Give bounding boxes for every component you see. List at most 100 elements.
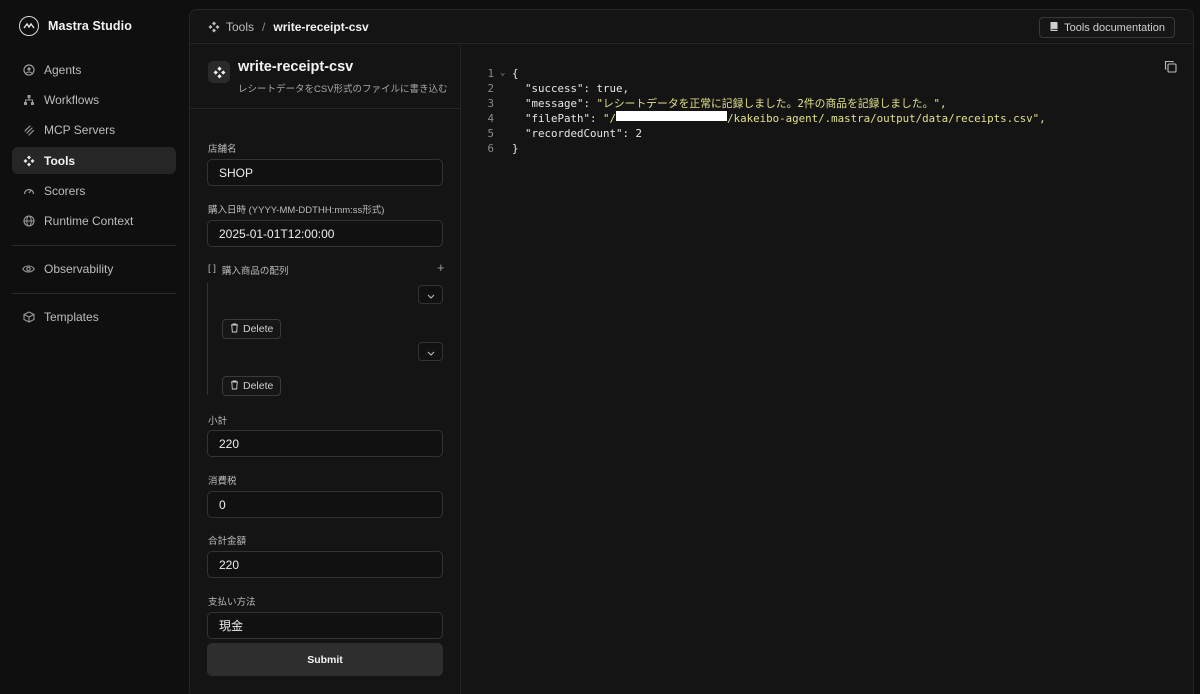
sidebar: Mastra Studio Agents Workflows MCP Serve…	[0, 0, 189, 694]
eye-icon	[22, 263, 35, 276]
sidebar-item-label: Scorers	[44, 184, 86, 199]
line-number: 4	[487, 112, 494, 125]
agents-icon	[22, 63, 35, 76]
total-label: 合計金額	[208, 536, 247, 547]
tax-input[interactable]: 0	[207, 491, 443, 518]
brand[interactable]: Mastra Studio	[19, 16, 132, 36]
code-line: 4 "filePath": "//kakeibo-agent/.mastra/o…	[480, 111, 1046, 126]
sidebar-item-label: Templates	[44, 310, 99, 325]
app-root: Mastra Studio Agents Workflows MCP Serve…	[0, 0, 1200, 694]
tools-documentation-label: Tools documentation	[1064, 21, 1165, 34]
fold-chevron-icon[interactable]: ⌄	[500, 66, 512, 81]
chevron-down-icon	[427, 288, 435, 302]
scorers-icon	[22, 185, 35, 198]
code-line: 6}	[480, 141, 1046, 156]
line-number: 6	[487, 142, 494, 155]
globe-icon	[22, 215, 35, 228]
sidebar-item-agents[interactable]: Agents	[12, 56, 176, 83]
code-line: 2 "success": true,	[480, 81, 1046, 96]
add-item-button[interactable]: +	[437, 260, 445, 275]
code-line: 3 "message": "レシートデータを正常に記録しました。2件の商品を記録…	[480, 96, 1046, 111]
code-line: 1 ⌄{	[480, 66, 1046, 81]
tax-label: 消費税	[208, 476, 237, 487]
sidebar-item-label: Tools	[44, 153, 76, 168]
sidebar-item-observability[interactable]: Observability	[12, 256, 176, 283]
subtotal-input[interactable]: 220	[207, 430, 443, 457]
delete-label: Delete	[243, 380, 274, 392]
items-array-title: 購入商品の配列	[221, 266, 289, 277]
book-icon	[1049, 21, 1059, 35]
store-name-input[interactable]: SHOP	[207, 159, 443, 186]
array-rail	[207, 283, 208, 395]
sidebar-item-label: Workflows	[44, 92, 100, 107]
mastra-logo-icon	[19, 16, 39, 36]
breadcrumb: Tools / write-receipt-csv	[208, 10, 369, 44]
sidebar-item-label: MCP Servers	[44, 123, 116, 138]
submit-button[interactable]: Submit	[207, 643, 443, 676]
sidebar-item-mcp-servers[interactable]: MCP Servers	[12, 117, 176, 144]
sidebar-item-label: Observability	[44, 262, 114, 277]
chevron-down-icon	[427, 345, 435, 359]
item-1-delete-button[interactable]: Delete	[222, 319, 282, 339]
breadcrumb-current: write-receipt-csv	[273, 20, 369, 34]
subtotal-label: 小計	[208, 416, 228, 427]
json-string-value: "/	[603, 112, 617, 125]
trash-icon	[230, 323, 239, 336]
sidebar-item-tools[interactable]: Tools	[12, 147, 176, 175]
array-bracket-icon: [ ]	[208, 263, 216, 274]
sidebar-item-runtime-context[interactable]: Runtime Context	[12, 208, 176, 235]
purchase-date-input[interactable]: 2025-01-01T12:00:00	[207, 220, 443, 247]
tool-description: レシートデータをCSV形式のファイルに書き込む	[238, 84, 448, 95]
sidebar-item-workflows[interactable]: Workflows	[12, 86, 176, 113]
json-key: "success"	[525, 82, 584, 95]
breadcrumb-tools-link[interactable]: Tools	[226, 20, 254, 34]
redaction-block	[616, 111, 728, 121]
box-icon	[22, 311, 35, 324]
line-number: 1	[487, 67, 494, 80]
tool-form-panel: write-receipt-csv レシートデータをCSV形式のファイルに書き込…	[190, 45, 461, 694]
json-key: "recordedCount"	[525, 127, 623, 140]
code-text: }	[512, 142, 519, 155]
sidebar-nav: Agents Workflows MCP Servers Tools Score…	[12, 56, 176, 334]
store-name-label: 店舗名	[208, 144, 237, 155]
payment-method-input[interactable]: 現金	[207, 612, 443, 639]
line-number: 2	[487, 82, 494, 95]
mcp-icon	[22, 124, 35, 137]
line-number: 5	[487, 127, 494, 140]
sidebar-divider	[12, 244, 176, 246]
code-line: 5 "recordedCount": 2	[480, 126, 1046, 141]
tools-icon	[208, 21, 220, 33]
item-2-delete-button[interactable]: Delete	[222, 376, 282, 396]
sidebar-item-label: Runtime Context	[44, 214, 134, 229]
line-number: 3	[487, 97, 494, 110]
tool-title: write-receipt-csv	[238, 59, 354, 75]
main-panel: Tools / write-receipt-csv Tools document…	[189, 9, 1194, 694]
json-key: "message"	[525, 97, 584, 110]
tools-icon	[22, 154, 35, 167]
json-key: "filePath"	[525, 112, 591, 125]
copy-icon[interactable]	[1164, 60, 1177, 76]
item-2-expand-button[interactable]	[418, 342, 443, 361]
brand-name: Mastra Studio	[48, 19, 132, 33]
code-text: {	[512, 67, 519, 80]
sidebar-divider	[12, 292, 176, 294]
breadcrumb-separator: /	[262, 20, 266, 34]
sidebar-item-templates[interactable]: Templates	[12, 304, 176, 331]
json-value: true,	[596, 82, 630, 95]
item-1-expand-button[interactable]	[418, 285, 443, 304]
items-array-label: [ ] 購入商品の配列	[208, 263, 288, 277]
json-value: 2	[635, 127, 643, 140]
workflows-icon	[22, 93, 35, 106]
tool-icon	[208, 61, 230, 83]
json-string-value: "レシートデータを正常に記録しました。2件の商品を記録しました。",	[596, 97, 947, 110]
payment-method-label: 支払い方法	[208, 597, 256, 608]
delete-label: Delete	[243, 323, 274, 335]
trash-icon	[230, 380, 239, 393]
total-input[interactable]: 220	[207, 551, 443, 578]
json-string-value: /kakeibo-agent/.mastra/output/data/recei…	[727, 112, 1046, 125]
sidebar-item-scorers[interactable]: Scorers	[12, 178, 176, 205]
tools-documentation-button[interactable]: Tools documentation	[1039, 17, 1175, 38]
top-bar: Tools / write-receipt-csv Tools document…	[190, 10, 1193, 44]
sidebar-item-label: Agents	[44, 62, 82, 77]
json-output: 1 ⌄{ 2 "success": true, 3 "message": "レシー…	[480, 66, 1046, 156]
